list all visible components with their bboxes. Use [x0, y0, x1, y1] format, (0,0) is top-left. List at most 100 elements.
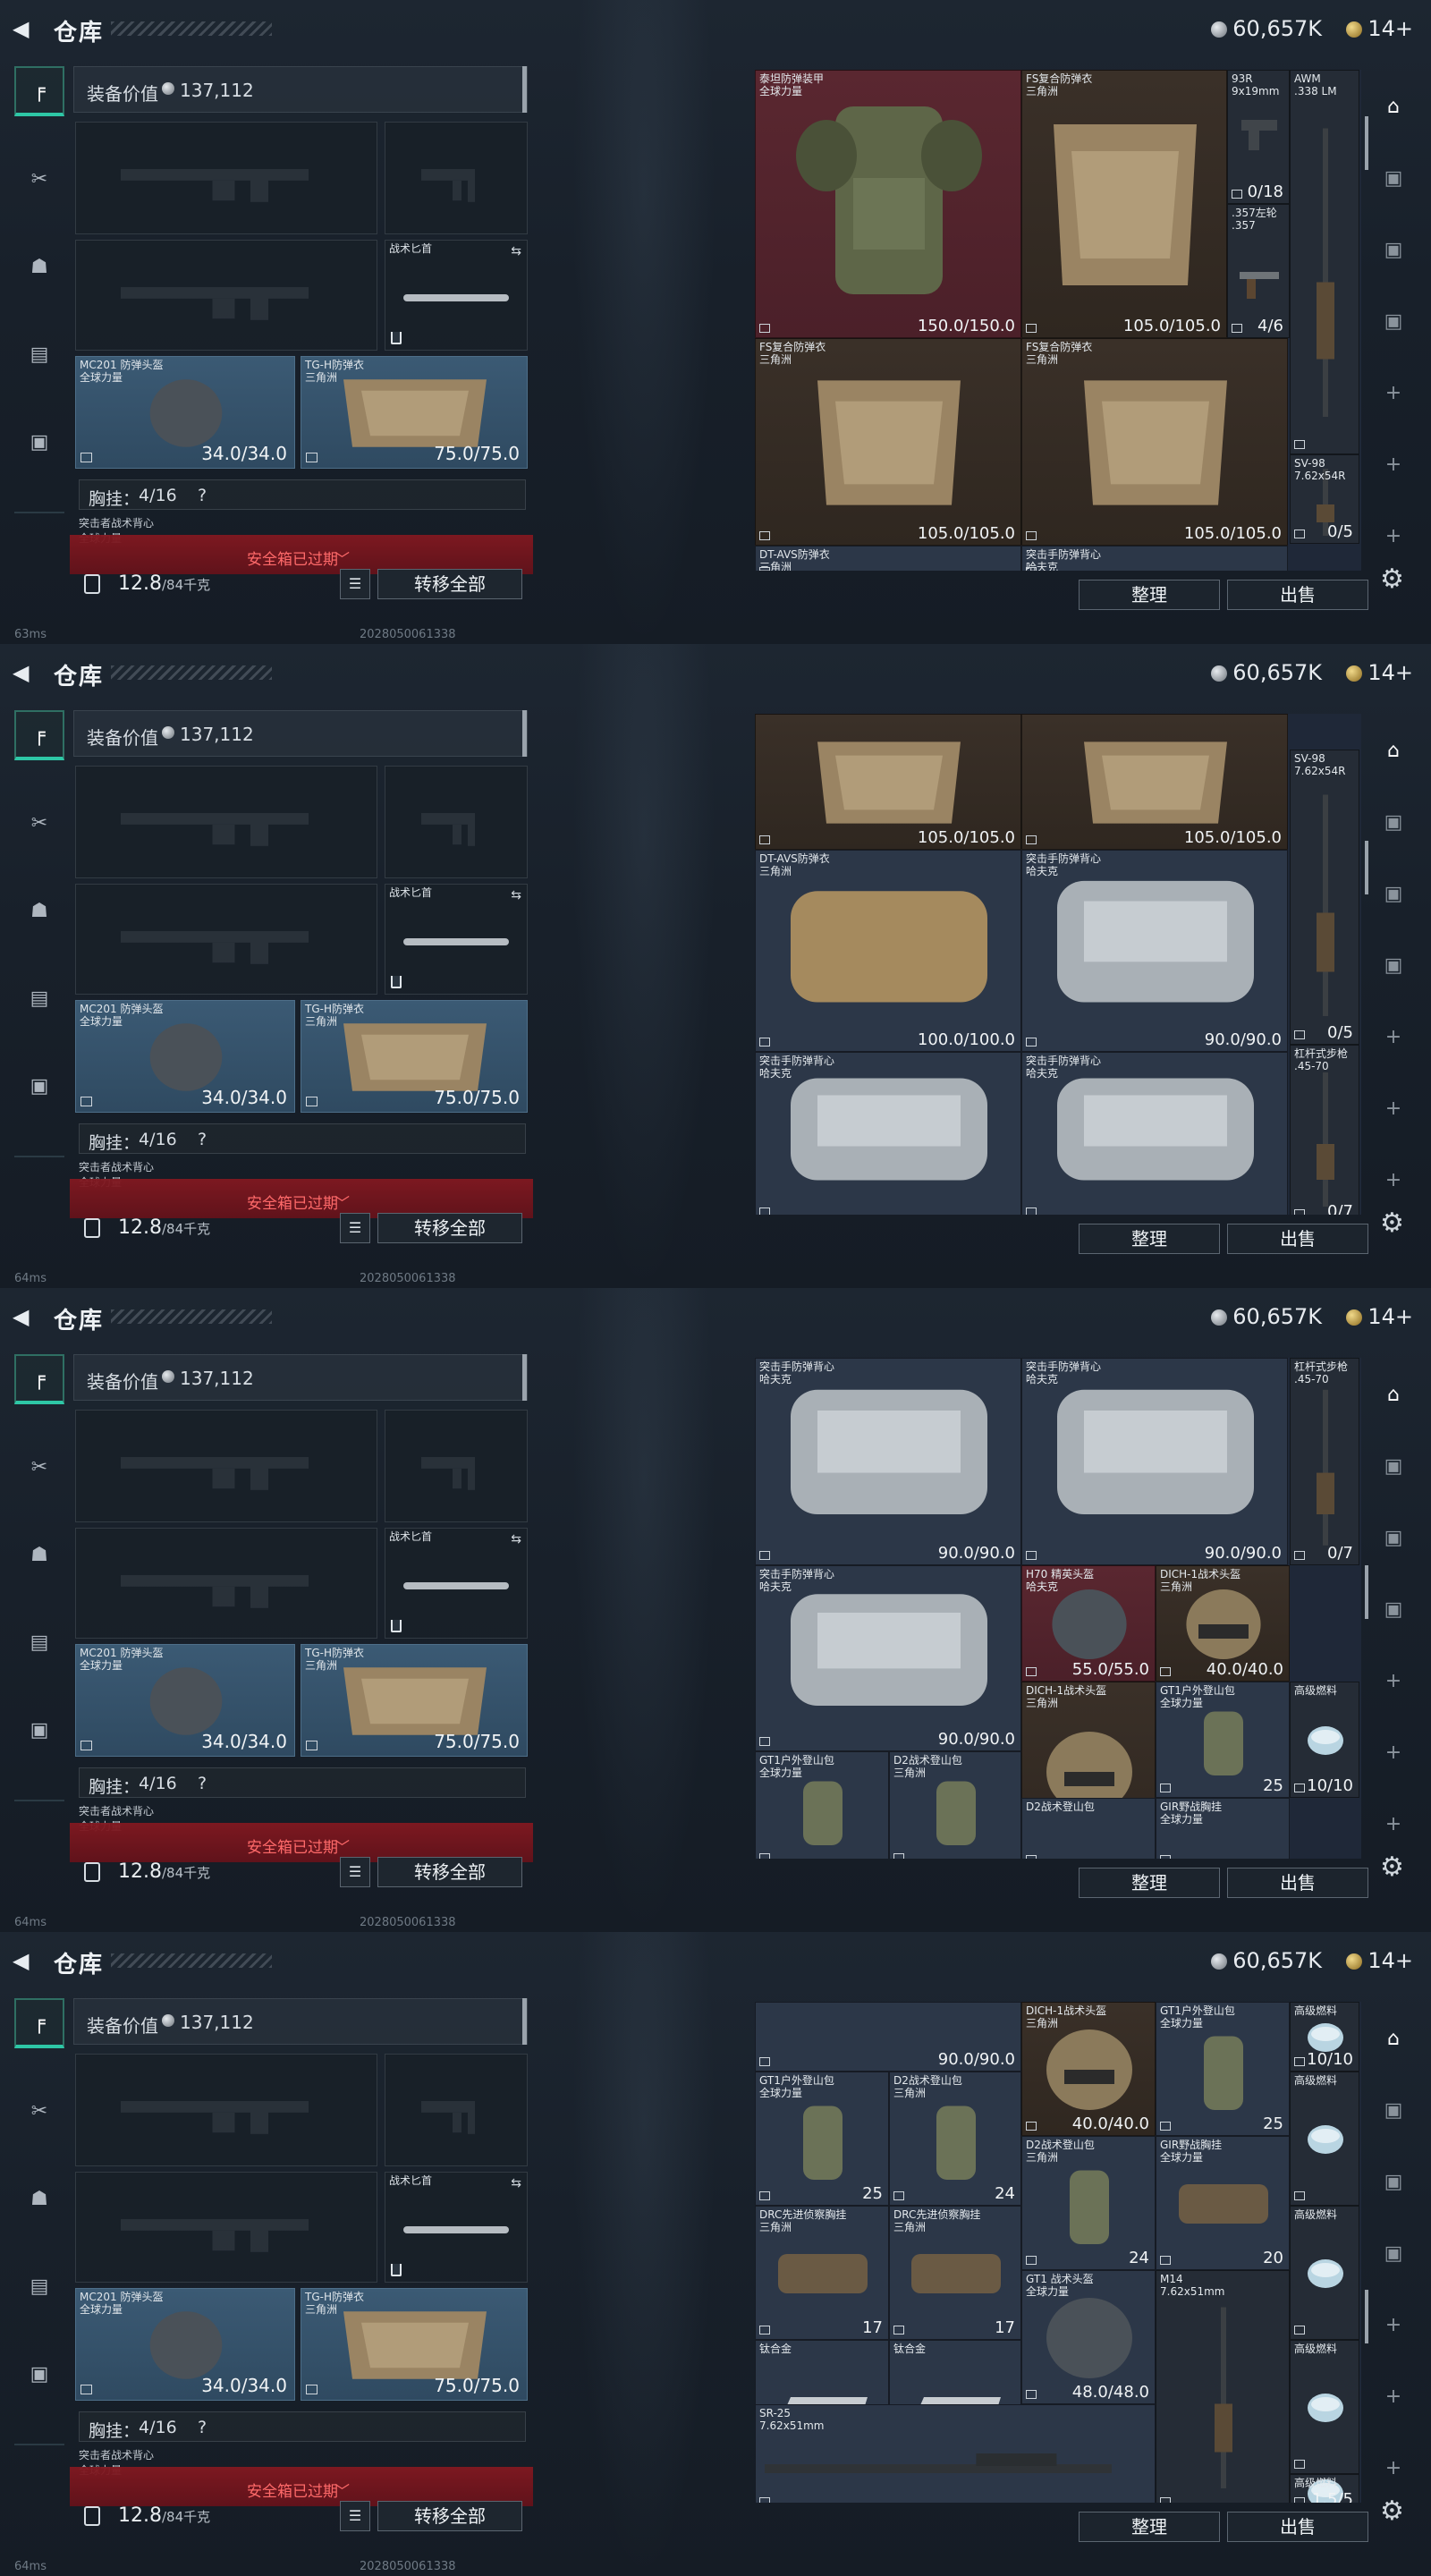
chest-rig-bar[interactable]: 胸挂： 4/16?: [79, 2411, 526, 2442]
add-icon[interactable]: +: [1374, 1733, 1413, 1773]
pistol-slot[interactable]: [385, 766, 528, 878]
armor-slot[interactable]: TG-H防弹衣 三角洲 75.0/75.0: [301, 356, 528, 469]
gold-currency[interactable]: 14+: [1346, 16, 1413, 41]
stash-icon[interactable]: ▣: [1374, 231, 1413, 270]
armor-nav-icon[interactable]: ✂: [14, 798, 64, 848]
left-scrollbar[interactable]: [522, 1354, 527, 1401]
stash-item[interactable]: GT1户外登山包 全球力量 25: [1156, 2002, 1290, 2136]
stash-item[interactable]: 高级燃料 10/10: [1290, 2002, 1359, 2072]
pistol-slot[interactable]: [385, 2054, 528, 2166]
case-nav-icon[interactable]: ▣: [14, 2349, 64, 2399]
stash-icon[interactable]: ▣: [1374, 2163, 1413, 2202]
stash-item[interactable]: D2战术登山包 三角洲 24: [889, 2072, 1021, 2206]
pistol-slot[interactable]: [385, 1410, 528, 1522]
settings-gear-icon[interactable]: ⚙: [1380, 1852, 1404, 1883]
chest-rig-bar[interactable]: 胸挂： 4/16?: [79, 1123, 526, 1154]
stash-item[interactable]: AWM .338 LM: [1290, 70, 1359, 454]
sell-button[interactable]: 出售: [1227, 2512, 1368, 2542]
silver-currency[interactable]: 60,657K: [1211, 660, 1322, 685]
transfer-all-button[interactable]: 转移全部: [377, 1213, 522, 1243]
stash-icon[interactable]: ▣: [1374, 875, 1413, 914]
settings-gear-icon[interactable]: ⚙: [1380, 564, 1404, 595]
stash-item[interactable]: 突击手防弹背心 哈夫克: [755, 1052, 1021, 1215]
weapon-nav-icon[interactable]: ╒: [14, 66, 64, 116]
list-view-button[interactable]: ☰: [340, 569, 370, 599]
weapon-nav-icon[interactable]: ╒: [14, 1998, 64, 2048]
stash-item[interactable]: FS复合防弹衣 三角洲 105.0/105.0: [1021, 70, 1227, 338]
settings-gear-icon[interactable]: ⚙: [1380, 2496, 1404, 2527]
case-nav-icon[interactable]: ▣: [14, 417, 64, 467]
stash-item[interactable]: GT1户外登山包 全球力量 25: [1156, 1682, 1290, 1798]
stash-icon[interactable]: ▣: [1374, 1590, 1413, 1630]
sell-button[interactable]: 出售: [1227, 1868, 1368, 1898]
stash-item[interactable]: DRC先进侦察胸挂 三角洲 17: [755, 2206, 889, 2340]
stash-item[interactable]: 突击手防弹背心 哈夫克 90.0/90.0: [1021, 850, 1288, 1052]
add-icon[interactable]: +: [1374, 1161, 1413, 1200]
stash-icon[interactable]: ▣: [1374, 803, 1413, 843]
back-arrow-icon[interactable]: ◀: [13, 1305, 36, 1328]
primary-weapon-slot[interactable]: [75, 2054, 377, 2166]
stash-item[interactable]: DT-AVS防弹衣 三角洲 100.0/100.0: [755, 850, 1021, 1052]
stash-item[interactable]: SR-25 7.62x51mm: [755, 2404, 1156, 2503]
stash-item[interactable]: 高级燃料: [1290, 2340, 1359, 2474]
silver-currency[interactable]: 60,657K: [1211, 1304, 1322, 1329]
sort-button[interactable]: 整理: [1079, 580, 1220, 610]
stash-scrollbar[interactable]: [1365, 1565, 1368, 1619]
list-view-button[interactable]: ☰: [340, 2501, 370, 2531]
gold-currency[interactable]: 14+: [1346, 1304, 1413, 1329]
pistol-slot[interactable]: [385, 122, 528, 234]
stash-item[interactable]: 高级燃料: [1290, 2072, 1359, 2206]
add-icon[interactable]: +: [1374, 2306, 1413, 2345]
stash-item[interactable]: DICH-1战术头盔 三角洲 40.0/40.0: [1156, 1565, 1290, 1682]
armor-nav-icon[interactable]: ✂: [14, 154, 64, 204]
add-icon[interactable]: +: [1374, 517, 1413, 556]
stash-scrollbar[interactable]: [1365, 116, 1368, 170]
swap-icon[interactable]: ⇆: [511, 1532, 521, 1546]
stash-item[interactable]: 高级燃料: [1290, 2206, 1359, 2340]
weapon-nav-icon[interactable]: ╒: [14, 710, 64, 760]
swap-icon[interactable]: ⇆: [511, 244, 521, 258]
left-scrollbar[interactable]: [522, 1998, 527, 2045]
swap-icon[interactable]: ⇆: [511, 888, 521, 902]
back-arrow-icon[interactable]: ◀: [13, 661, 36, 684]
armor-slot[interactable]: TG-H防弹衣 三角洲 75.0/75.0: [301, 1644, 528, 1757]
armor-slot[interactable]: TG-H防弹衣 三角洲 75.0/75.0: [301, 1000, 528, 1113]
swap-icon[interactable]: ⇆: [511, 2176, 521, 2190]
stash-item[interactable]: 高级燃料 10/10: [1290, 1682, 1359, 1798]
home-icon[interactable]: ⌂: [1374, 1376, 1413, 1415]
melee-slot[interactable]: 战术匕首 ⇆: [385, 240, 528, 351]
stash-item[interactable]: GT1户外登山包 全球力量: [755, 1751, 889, 1859]
melee-slot[interactable]: 战术匕首 ⇆: [385, 2172, 528, 2283]
transfer-all-button[interactable]: 转移全部: [377, 569, 522, 599]
sell-button[interactable]: 出售: [1227, 1224, 1368, 1254]
chest-rig-bar[interactable]: 胸挂： 4/16?: [79, 1767, 526, 1798]
stash-icon[interactable]: ▣: [1374, 2091, 1413, 2131]
stash-item[interactable]: 突击手防弹背心 哈夫克 90.0/90.0: [1021, 1358, 1288, 1565]
add-icon[interactable]: +: [1374, 1662, 1413, 1701]
case-nav-icon[interactable]: ▣: [14, 1705, 64, 1755]
melee-slot[interactable]: 战术匕首 ⇆: [385, 884, 528, 995]
primary-weapon-slot[interactable]: [75, 1410, 377, 1522]
add-icon[interactable]: +: [1374, 374, 1413, 413]
transfer-all-button[interactable]: 转移全部: [377, 1857, 522, 1887]
left-scrollbar[interactable]: [522, 710, 527, 757]
stash-icon[interactable]: ▣: [1374, 2234, 1413, 2274]
list-view-button[interactable]: ☰: [340, 1857, 370, 1887]
primary-weapon-slot[interactable]: [75, 122, 377, 234]
armor-nav-icon[interactable]: ✂: [14, 2086, 64, 2136]
secondary-weapon-slot[interactable]: [75, 1528, 377, 1639]
back-arrow-icon[interactable]: ◀: [13, 17, 36, 40]
stash-item[interactable]: H70 精英头盔 哈夫克 55.0/55.0: [1021, 1565, 1156, 1682]
home-icon[interactable]: ⌂: [1374, 2020, 1413, 2059]
stash-item[interactable]: D2战术登山包 三角洲: [889, 1751, 1021, 1859]
helmet-nav-icon[interactable]: ☗: [14, 1530, 64, 1580]
stash-item[interactable]: 杠杆式步枪 .45-70 0/7: [1290, 1045, 1359, 1215]
primary-weapon-slot[interactable]: [75, 766, 377, 878]
armor-nav-icon[interactable]: ✂: [14, 1442, 64, 1492]
help-icon[interactable]: ?: [198, 486, 207, 505]
list-view-button[interactable]: ☰: [340, 1213, 370, 1243]
stash-item[interactable]: .357左轮 .357 4/6: [1227, 204, 1290, 338]
helmet-slot[interactable]: MC201 防弹头盔 全球力量 34.0/34.0: [75, 1644, 295, 1757]
stash-item[interactable]: DICH-1战术头盔 三角洲 40.0/40.0: [1021, 2002, 1156, 2136]
stash-item[interactable]: FS复合防弹衣 三角洲 105.0/105.0: [1021, 338, 1288, 546]
